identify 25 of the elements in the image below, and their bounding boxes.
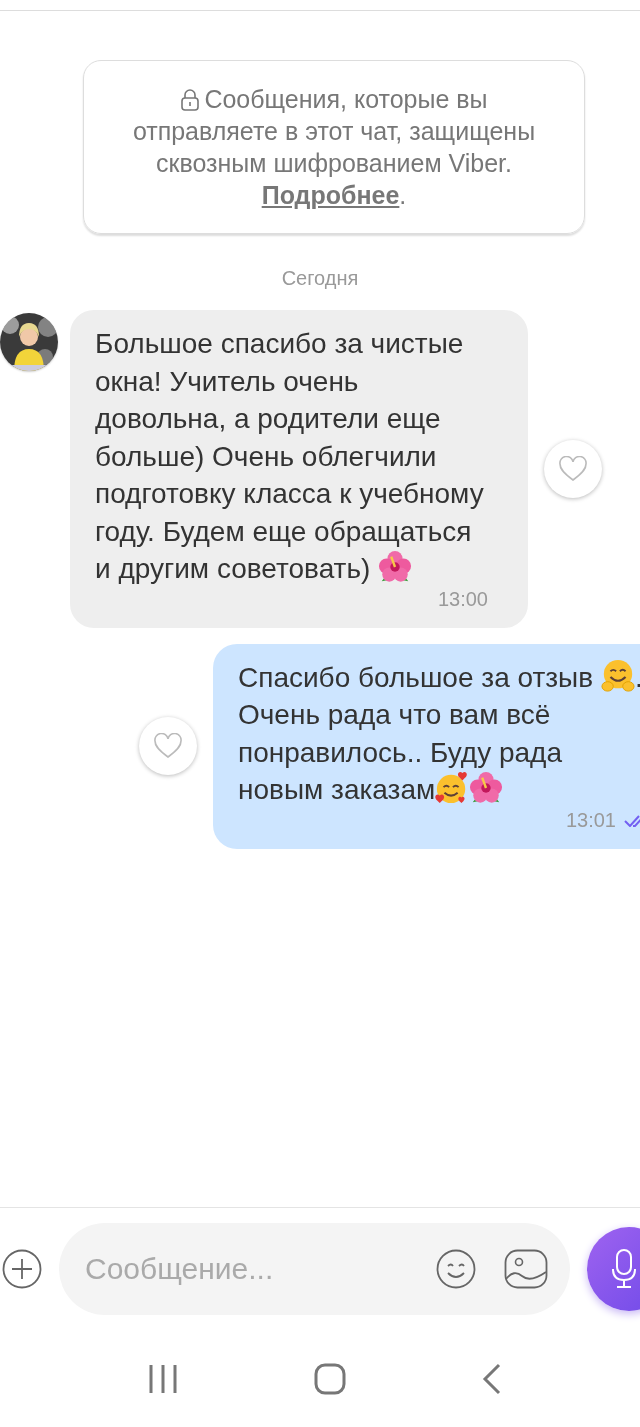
back-icon[interactable] xyxy=(482,1362,502,1395)
home-icon[interactable] xyxy=(314,1362,346,1395)
image-icon xyxy=(504,1249,548,1289)
microphone-icon xyxy=(611,1249,637,1289)
hibiscus-emoji-icon xyxy=(378,550,413,584)
message-input[interactable]: Сообщение... xyxy=(83,1251,408,1287)
message-text: Спасибо большое за отзыв . Очень рада что вам всё понравилось.. Буду рада новым заказам xyxy=(238,658,640,809)
emoji-button[interactable] xyxy=(436,1249,476,1289)
hibiscus-emoji-icon xyxy=(469,771,504,805)
message-text: Большое спасибо за чистые окна! Учитель очень довольна, а родители еще больше) Очень облегчили подготовку класса к учебному году. Будем еще обращаться и другим советовать) xyxy=(95,327,485,586)
encryption-notice-text: Сообщения, которые вы отправляете в этот чат, защищены сквозным шифрованием Viber. Подробнее. xyxy=(131,84,537,211)
gallery-button[interactable] xyxy=(504,1249,548,1289)
recent-apps-icon[interactable] xyxy=(148,1363,178,1394)
smiley-icon xyxy=(436,1249,476,1289)
smiling-face-hearts-emoji-icon xyxy=(435,771,470,805)
heart-icon xyxy=(558,455,588,482)
add-icon[interactable] xyxy=(2,1249,42,1289)
contact-avatar[interactable] xyxy=(0,313,58,371)
message-time: 13:01 xyxy=(565,807,616,833)
heart-icon xyxy=(153,733,183,759)
date-label: Сегодня xyxy=(281,267,359,290)
hugging-emoji-icon xyxy=(600,658,635,693)
learn-more-link[interactable]: Подробнее xyxy=(261,181,400,209)
message-time: 13:00 xyxy=(437,586,488,612)
lock-icon xyxy=(180,89,201,111)
